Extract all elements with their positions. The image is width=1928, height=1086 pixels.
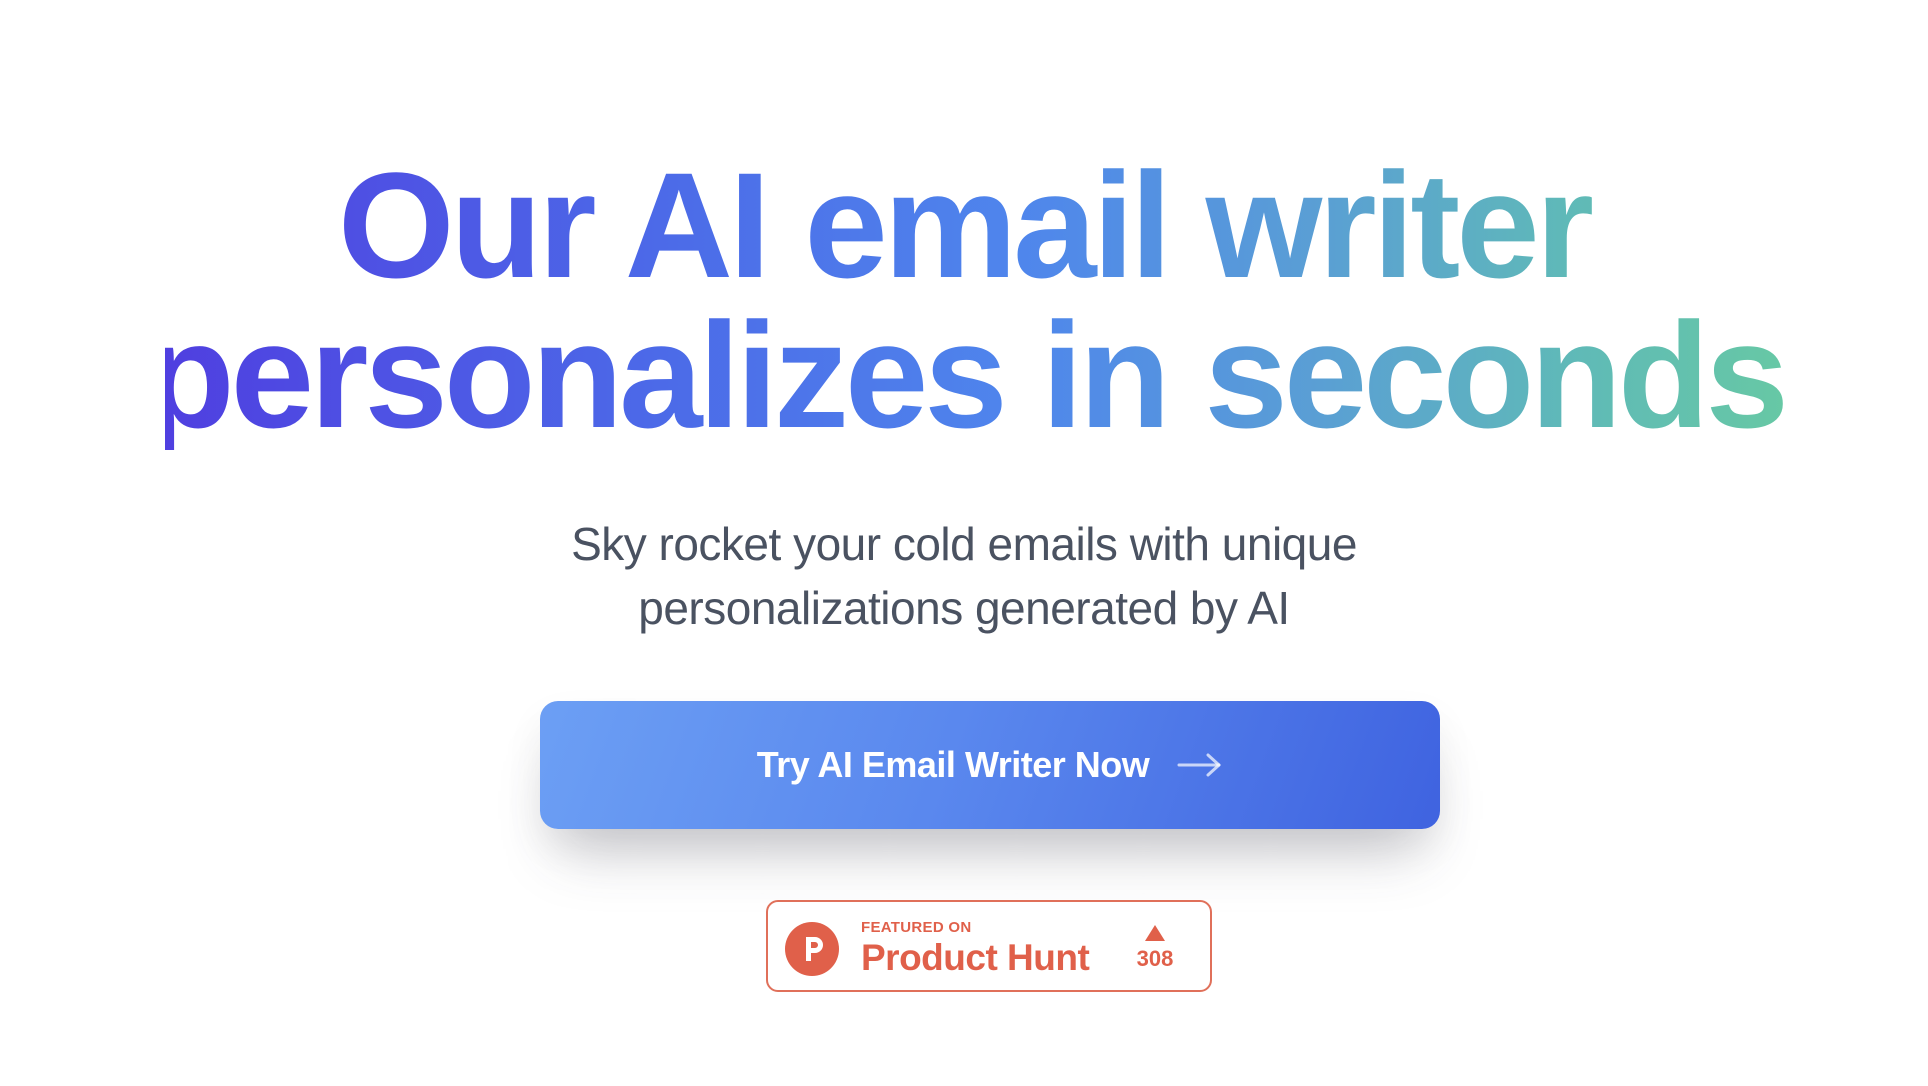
hero-title-line-1: Our AI email writer: [337, 141, 1591, 309]
upvote-count: 308: [1136, 946, 1174, 971]
product-hunt-badge[interactable]: FEATURED ON Product Hunt 308: [766, 900, 1212, 992]
hero-subtitle-line-2: personalizations generated by AI: [638, 582, 1290, 634]
landing-page: Our AI email writer personalizes in seco…: [0, 0, 1928, 1086]
hero-subtitle-line-1: Sky rocket your cold emails with unique: [571, 518, 1357, 570]
upvote-counter: 308: [1130, 924, 1180, 972]
hero-subtitle: Sky rocket your cold emails with unique …: [0, 512, 1928, 640]
try-ai-email-writer-button[interactable]: Try AI Email Writer Now: [540, 701, 1440, 829]
cta-label: Try AI Email Writer Now: [756, 744, 1150, 785]
arrow-right-icon: [1177, 750, 1223, 780]
product-hunt-logo-icon: [785, 922, 839, 976]
featured-on-label: FEATURED ON: [861, 919, 972, 936]
product-hunt-name: Product Hunt: [861, 937, 1090, 978]
hero-title-line-2: personalizes in seconds: [143, 291, 1785, 459]
upvote-triangle-icon: [1144, 924, 1166, 942]
product-hunt-text: FEATURED ON Product Hunt: [861, 919, 1090, 978]
hero-title: Our AI email writer personalizes in seco…: [0, 150, 1928, 450]
